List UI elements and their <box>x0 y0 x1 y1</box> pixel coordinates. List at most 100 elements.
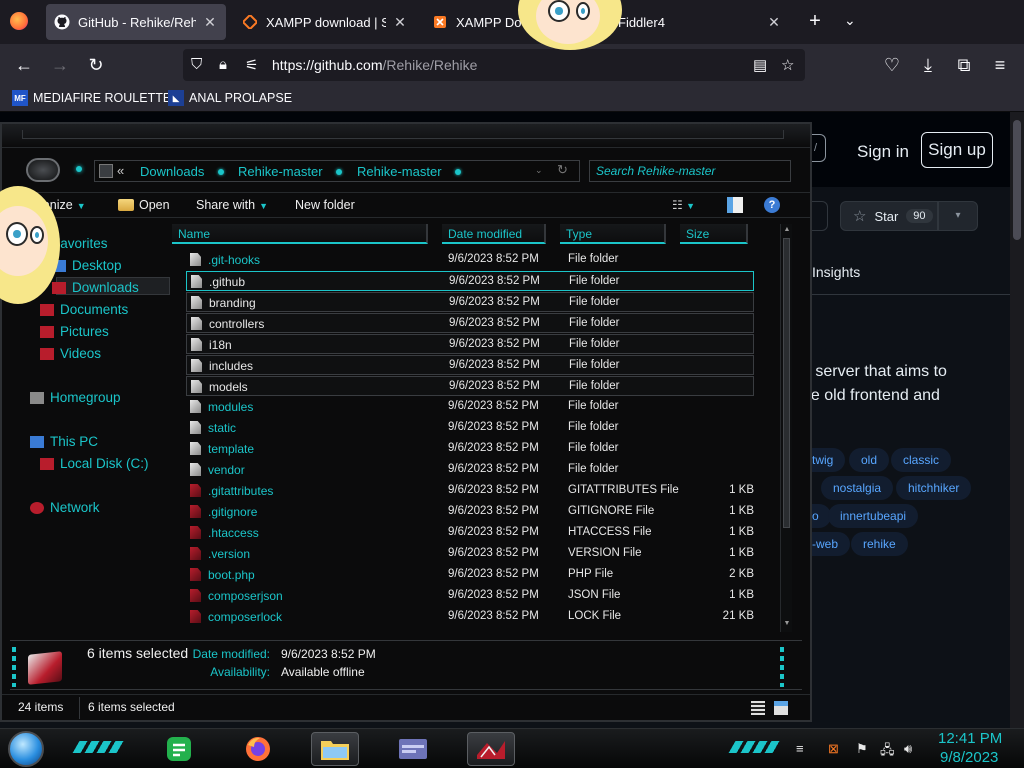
notes-app-icon[interactable] <box>155 732 203 766</box>
refresh-icon[interactable]: ↻ <box>557 162 568 178</box>
nav-item-homegroup[interactable]: Homegroup <box>30 390 121 405</box>
file-row[interactable]: .github 9/6/2023 8:52 PM File folder <box>186 271 754 291</box>
reload-icon[interactable]: ↻ <box>84 53 108 77</box>
breadcrumb-separator-icon[interactable] <box>218 169 224 175</box>
nav-item-documents[interactable]: Documents <box>40 302 128 317</box>
large-icons-view-icon[interactable] <box>774 701 788 715</box>
file-row[interactable]: .git-hooks 9/6/2023 8:52 PM File folder <box>186 250 754 270</box>
file-row[interactable]: branding 9/6/2023 8:52 PM File folder <box>186 292 754 312</box>
action-center-flag-icon[interactable]: ⚑ <box>856 741 868 757</box>
close-tab-icon[interactable]: ✕ <box>392 14 408 31</box>
column-header-type[interactable]: Type <box>560 224 666 244</box>
tab-insights[interactable]: Insights <box>812 264 860 280</box>
file-row[interactable]: vendor 9/6/2023 8:52 PM File folder <box>186 460 754 480</box>
file-row[interactable]: composerlock 9/6/2023 8:52 PM LOCK File 21 … <box>186 607 754 627</box>
bookmark-mediafire[interactable]: MF MEDIAFIRE ROULETTER <box>12 90 180 106</box>
chevron-down-icon[interactable]: ⌄ <box>535 165 543 176</box>
file-row[interactable]: .gitignore 9/6/2023 8:52 PM GITIGNORE File… <box>186 502 754 522</box>
hamburger-menu-icon[interactable]: ≡ <box>988 53 1012 77</box>
file-row[interactable]: boot.php 9/6/2023 8:52 PM PHP File 2 KB <box>186 565 754 585</box>
column-header-size[interactable]: Size <box>680 224 748 244</box>
breadcrumb-separator-icon[interactable] <box>336 169 342 175</box>
permissions-icon[interactable]: ⚟ <box>245 56 258 74</box>
network-tray-icon[interactable]: 🖧︎ <box>880 741 895 763</box>
window-app-icon[interactable] <box>389 732 437 766</box>
topic-tag[interactable]: innertubeapi <box>828 504 919 528</box>
sign-in-link[interactable]: Sign in <box>857 142 909 162</box>
forward-arrow-icon[interactable]: → <box>48 53 72 77</box>
column-header-name[interactable]: Name <box>172 224 428 244</box>
tab-github[interactable]: GitHub - Rehike/Rehike ✕ <box>46 4 226 40</box>
new-folder-button[interactable]: New folder <box>295 198 355 212</box>
bookmark-second[interactable]: ◣ ANAL PROLAPSE <box>168 90 292 106</box>
back-forward-orb-icon[interactable] <box>26 158 60 182</box>
extensions-icon[interactable]: ⧉ <box>952 53 976 77</box>
firefox-menu-icon[interactable] <box>10 12 28 30</box>
download-icon[interactable]: ⤓ <box>916 53 940 77</box>
topic-tag[interactable]: classic <box>891 448 952 472</box>
reader-view-icon[interactable]: ▤ <box>753 56 767 74</box>
file-list-scrollbar[interactable]: ▲ ▼ <box>780 224 792 632</box>
clock-date[interactable]: 9/8/2023 <box>940 749 998 766</box>
preview-pane-icon[interactable] <box>727 197 743 213</box>
file-row[interactable]: static 9/6/2023 8:52 PM File folder <box>186 418 754 438</box>
xampp-tray-icon[interactable]: ⊠ <box>828 741 839 757</box>
file-row[interactable]: composerjson 9/6/2023 8:52 PM JSON File 1 K… <box>186 586 754 606</box>
tray-lines-icon[interactable]: ≡ <box>796 741 804 756</box>
nav-item-favorites[interactable]: Favorites <box>52 236 108 251</box>
clock-time[interactable]: 12:41 PM <box>938 730 1002 747</box>
close-tab-icon[interactable]: ✕ <box>766 14 782 31</box>
breadcrumb-downloads[interactable]: Downloads <box>140 164 204 179</box>
share-with-button[interactable]: Share with ▼ <box>196 198 268 212</box>
breadcrumb-rehike-master-current[interactable]: Rehike-master <box>357 164 442 179</box>
view-options-icon[interactable]: ☷ ▼ <box>672 198 695 212</box>
chevron-down-icon[interactable]: ⌄ <box>844 12 856 29</box>
scrollbar-thumb[interactable] <box>783 238 790 528</box>
file-row[interactable]: includes 9/6/2023 8:52 PM File folder <box>186 355 754 375</box>
nav-item-network[interactable]: Network <box>30 500 100 515</box>
nav-item-downloads[interactable]: Downloads <box>52 280 139 295</box>
topic-tag[interactable]: rehike <box>851 532 908 556</box>
open-button[interactable]: Open <box>118 198 170 212</box>
breadcrumb-separator-icon[interactable] <box>455 169 461 175</box>
bookmark-star-icon[interactable]: ☆ <box>781 56 794 74</box>
tab-fiddler[interactable]: Fiddler4 ✕ <box>610 4 790 40</box>
address-bar[interactable]: « Downloads Rehike-master Rehike-master … <box>94 160 580 182</box>
url-bar[interactable]: ⛉ 🔒︎ ⚟ https://github.com/Rehike/Rehike … <box>183 49 805 81</box>
tab-xampp-download[interactable]: XAMPP download | Sour ✕ <box>234 4 416 40</box>
nav-item-desktop[interactable]: Desktop <box>52 258 122 273</box>
file-row[interactable]: template 9/6/2023 8:52 PM File folder <box>186 439 754 459</box>
file-row[interactable]: .version 9/6/2023 8:52 PM VERSION File 1 KB <box>186 544 754 564</box>
game-app-icon[interactable] <box>467 732 515 766</box>
nav-item-this-pc[interactable]: This PC <box>30 434 98 449</box>
page-scrollbar[interactable] <box>1010 112 1024 728</box>
breadcrumb-rehike-master[interactable]: Rehike-master <box>238 164 323 179</box>
file-row[interactable]: controllers 9/6/2023 8:52 PM File folder <box>186 313 754 333</box>
topic-tag[interactable]: nostalgia <box>821 476 894 500</box>
topic-tag[interactable]: hitchhiker <box>896 476 972 500</box>
start-button-orb[interactable] <box>8 731 44 767</box>
scroll-down-icon[interactable]: ▼ <box>782 620 792 630</box>
breadcrumb-overflow[interactable]: « <box>117 163 124 178</box>
column-header-date[interactable]: Date modified <box>442 224 546 244</box>
nav-item-local-disk[interactable]: Local Disk (C:) <box>40 456 149 471</box>
pocket-icon[interactable]: ♡ <box>880 53 904 77</box>
nav-item-videos[interactable]: Videos <box>40 346 101 361</box>
file-row[interactable]: models 9/6/2023 8:52 PM File folder <box>186 376 754 396</box>
nav-item-pictures[interactable]: Pictures <box>40 324 109 339</box>
file-row[interactable]: .htaccess 9/6/2023 8:52 PM HTACCESS File 1 … <box>186 523 754 543</box>
shield-icon[interactable]: ⛉ <box>191 56 202 73</box>
file-row[interactable]: .gitattributes 9/6/2023 8:52 PM GITATTRIBU… <box>186 481 754 501</box>
scrollbar-thumb[interactable] <box>1013 120 1021 240</box>
scroll-up-icon[interactable]: ▲ <box>782 226 792 236</box>
volume-icon[interactable]: 🔊︎ <box>904 741 912 757</box>
recent-locations-icon[interactable] <box>76 166 82 172</box>
lock-icon[interactable]: 🔒︎ <box>219 56 227 73</box>
close-tab-icon[interactable]: ✕ <box>202 14 218 31</box>
star-button[interactable]: ☆ Star 90 <box>840 201 938 231</box>
file-row[interactable]: i18n 9/6/2023 8:52 PM File folder <box>186 334 754 354</box>
firefox-icon[interactable] <box>234 732 282 766</box>
new-tab-button[interactable]: + <box>804 10 826 33</box>
details-view-icon[interactable] <box>751 701 765 715</box>
sign-up-button[interactable]: Sign up <box>921 132 993 168</box>
